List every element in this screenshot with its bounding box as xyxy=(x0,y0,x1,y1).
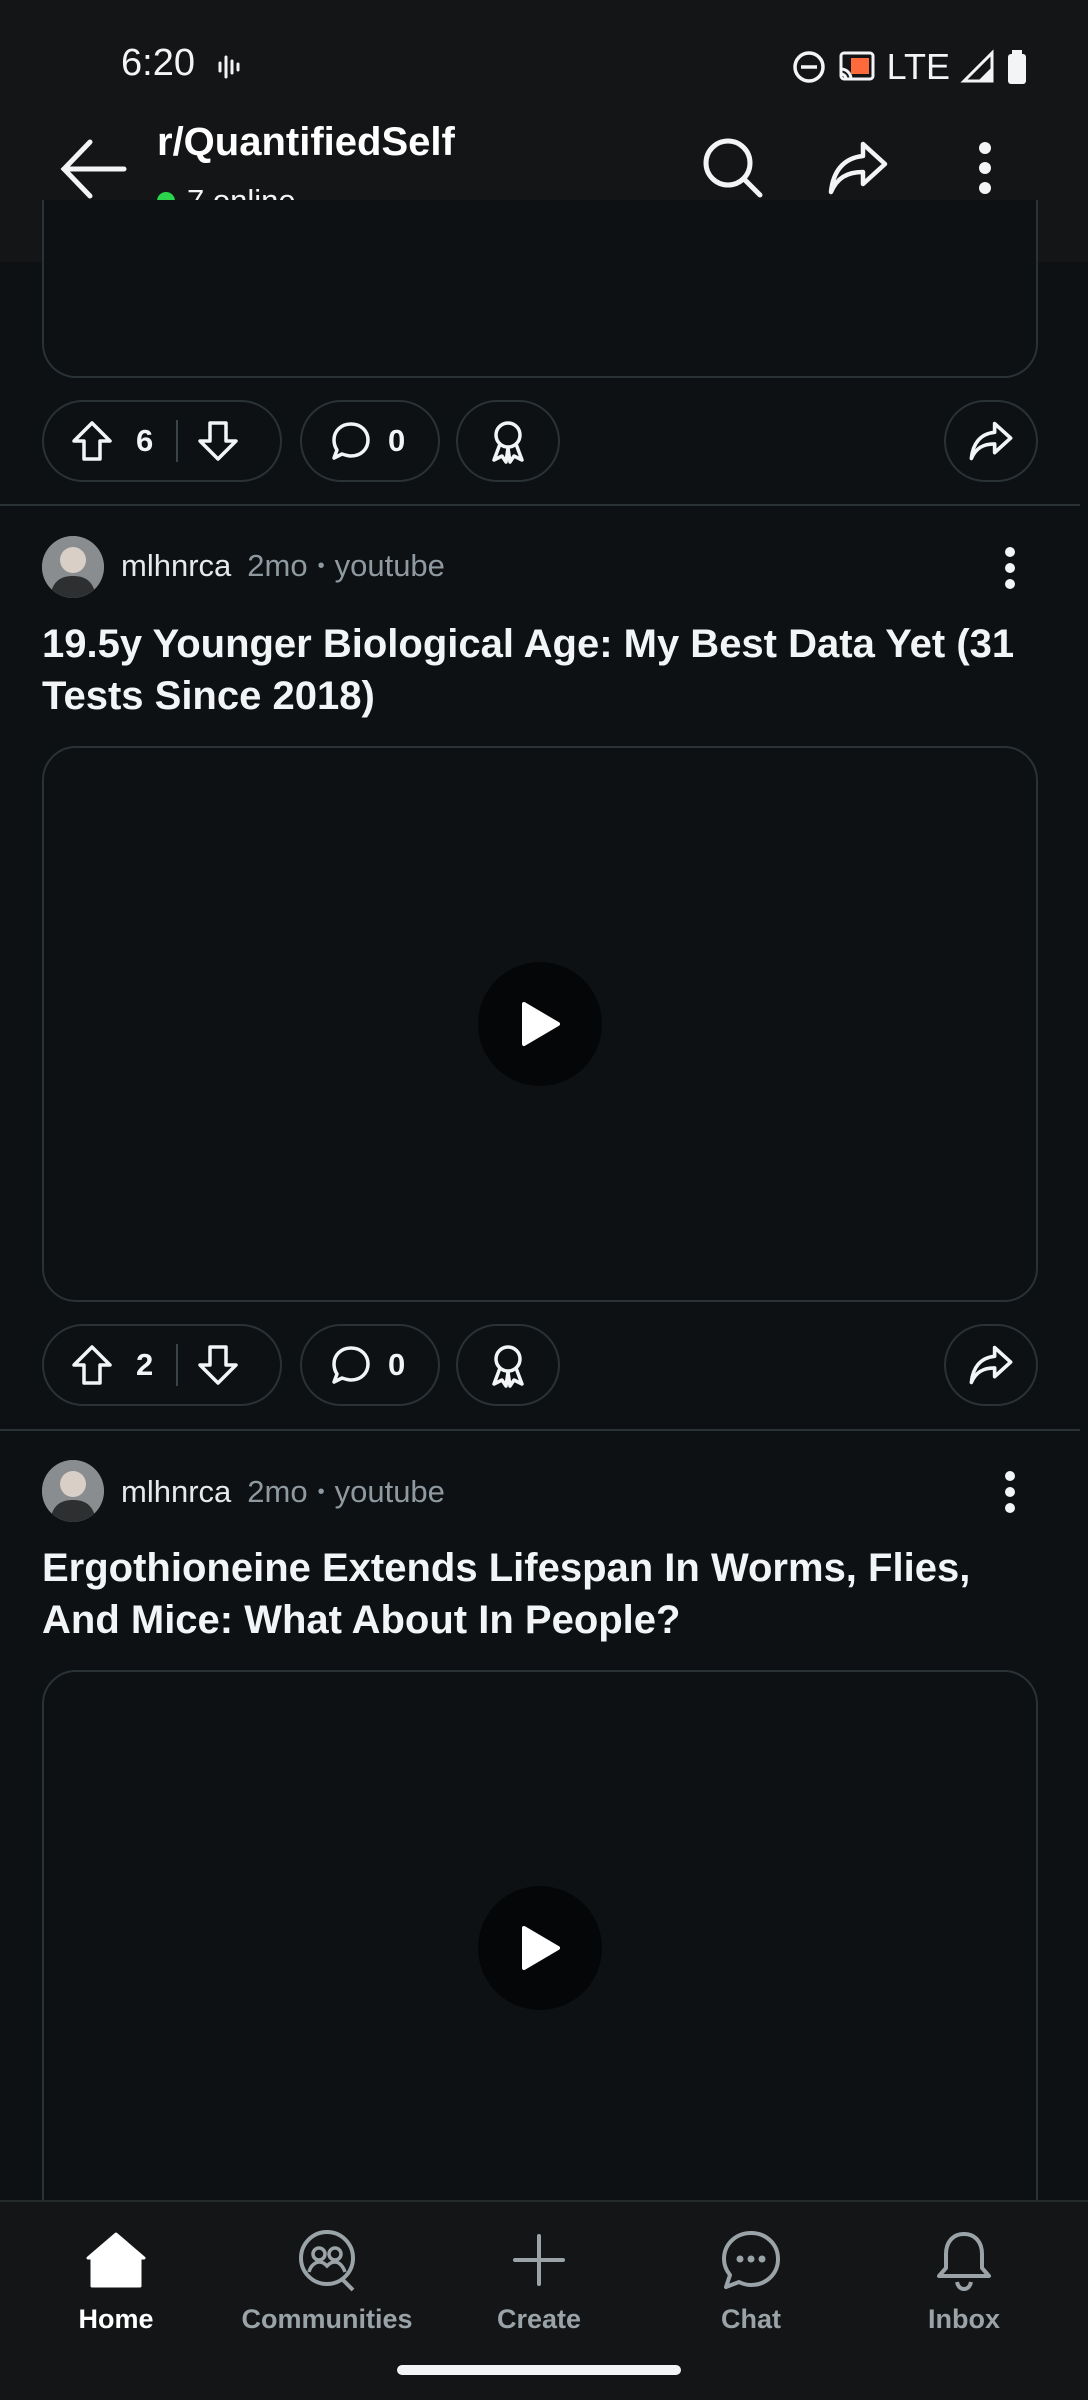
bell-icon xyxy=(937,2232,991,2292)
gesture-home-bar[interactable] xyxy=(397,2365,681,2375)
nav-inbox[interactable]: Inbox xyxy=(864,2224,1064,2335)
post-meta: mlhnrca 2mo • youtube xyxy=(121,1474,445,1510)
subreddit-name[interactable]: r/QuantifiedSelf xyxy=(157,120,455,165)
upvote-count: 6 xyxy=(136,423,154,458)
user-avatar-icon xyxy=(42,1460,104,1522)
upvote-icon xyxy=(72,421,112,461)
nav-label: Inbox xyxy=(928,2304,1000,2334)
vote-divider xyxy=(176,420,178,462)
status-time: 6:20 xyxy=(121,42,195,84)
vote-divider xyxy=(176,1344,178,1386)
award-icon xyxy=(492,421,524,464)
post-domain[interactable]: youtube xyxy=(335,1474,445,1510)
nav-chat[interactable]: Chat xyxy=(651,2224,851,2335)
kebab-icon xyxy=(1005,547,1015,589)
voice-activity-icon xyxy=(215,52,245,82)
back-arrow-icon xyxy=(60,139,127,199)
post-divider xyxy=(0,504,1080,506)
prev-post-media[interactable] xyxy=(42,200,1038,378)
nav-label: Create xyxy=(496,2304,582,2334)
downvote-icon xyxy=(198,421,238,461)
search-icon xyxy=(703,138,763,198)
share-icon xyxy=(969,421,1013,461)
post-title[interactable]: 19.5y Younger Biological Age: My Best Da… xyxy=(42,618,1042,722)
downvote-button[interactable] xyxy=(196,1343,240,1387)
avatar[interactable] xyxy=(42,1460,104,1522)
upvote-button[interactable] xyxy=(70,419,114,463)
nav-communities[interactable]: Communities xyxy=(227,2224,427,2335)
post-age: 2mo xyxy=(247,1474,308,1509)
post-options-button[interactable] xyxy=(990,1462,1030,1522)
comment-count: 0 xyxy=(388,423,406,458)
battery-icon xyxy=(1006,49,1028,85)
post-meta: mlhnrca 2mo • youtube xyxy=(121,548,445,584)
post-domain[interactable]: youtube xyxy=(335,548,445,584)
video-player[interactable] xyxy=(42,1670,1038,2290)
back-button[interactable] xyxy=(56,134,132,204)
prev-share-button[interactable] xyxy=(944,400,1038,482)
share-button[interactable] xyxy=(944,1324,1038,1406)
post-author[interactable]: mlhnrca xyxy=(121,548,231,584)
comments-button[interactable]: 0 xyxy=(300,1324,440,1406)
share-subreddit-button[interactable] xyxy=(818,128,898,208)
communities-icon xyxy=(299,2230,355,2292)
comment-icon xyxy=(332,1346,370,1384)
nav-label: Communities xyxy=(241,2304,413,2334)
post-author[interactable]: mlhnrca xyxy=(121,1474,231,1510)
overflow-menu-button[interactable] xyxy=(945,128,1025,208)
prev-vote-control: 6 xyxy=(42,400,282,482)
play-button[interactable] xyxy=(478,1886,602,2010)
network-type: LTE xyxy=(886,46,950,87)
share-icon xyxy=(969,1345,1013,1385)
share-icon xyxy=(828,141,888,195)
nav-home[interactable]: Home xyxy=(16,2224,216,2335)
post-title[interactable]: Ergothioneine Extends Lifespan In Worms,… xyxy=(42,1542,1052,1646)
post-options-button[interactable] xyxy=(990,538,1030,598)
prev-award-button[interactable] xyxy=(456,400,560,482)
chat-icon xyxy=(722,2231,780,2289)
prev-comments-button[interactable]: 0 xyxy=(300,400,440,482)
post-divider xyxy=(0,1429,1080,1431)
home-icon xyxy=(86,2232,146,2288)
search-button[interactable] xyxy=(693,128,773,208)
upvote-button[interactable] xyxy=(70,1343,114,1387)
status-icons: LTE xyxy=(791,46,1028,88)
award-button[interactable] xyxy=(456,1324,560,1406)
avatar[interactable] xyxy=(42,536,104,598)
play-icon xyxy=(522,1926,560,1970)
signal-icon xyxy=(960,49,996,85)
downvote-icon xyxy=(198,1345,238,1385)
meta-separator: • xyxy=(317,1480,325,1503)
award-icon xyxy=(492,1345,524,1388)
comment-icon xyxy=(332,422,370,460)
kebab-icon xyxy=(1005,1471,1015,1513)
upvote-count: 2 xyxy=(136,1347,154,1382)
nav-label: Chat xyxy=(721,2304,781,2334)
nav-create[interactable]: Create xyxy=(439,2224,639,2335)
dnd-icon xyxy=(791,49,827,85)
play-button[interactable] xyxy=(478,962,602,1086)
meta-separator: • xyxy=(317,554,325,577)
downvote-button[interactable] xyxy=(196,419,240,463)
upvote-icon xyxy=(72,1345,112,1385)
plus-icon xyxy=(513,2234,565,2286)
nav-label: Home xyxy=(78,2304,154,2334)
comment-count: 0 xyxy=(388,1347,406,1382)
vote-control: 2 xyxy=(42,1324,282,1406)
user-avatar-icon xyxy=(42,536,104,598)
post-age: 2mo xyxy=(247,548,308,583)
cast-icon xyxy=(837,49,877,85)
kebab-icon xyxy=(979,142,991,194)
play-icon xyxy=(522,1002,560,1046)
video-player[interactable] xyxy=(42,746,1038,1302)
